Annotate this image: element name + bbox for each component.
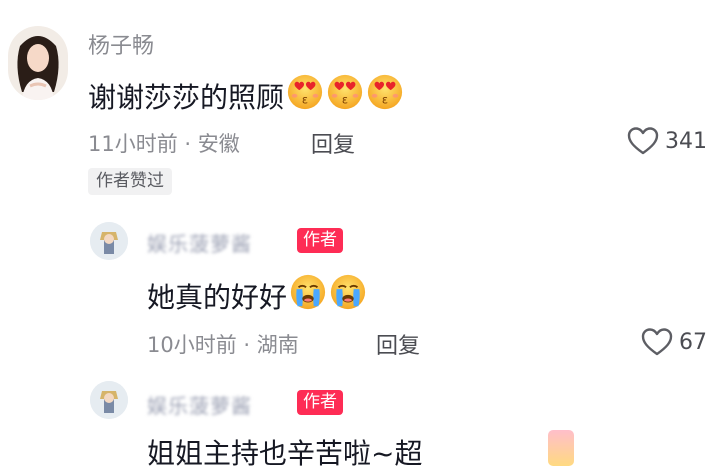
reply-avatar-1[interactable]	[90, 222, 128, 260]
heart-eyes-emoji-2	[326, 73, 364, 111]
comment-time: 11小时前	[88, 132, 178, 156]
author-liked-tag: 作者赞过	[88, 168, 172, 195]
reply-username-1[interactable]: 娱乐菠萝酱	[147, 228, 252, 257]
author-badge-2: 作者	[297, 390, 343, 415]
crying-emoji-1	[289, 273, 327, 311]
reply-text-body-1: 她真的好好	[147, 281, 288, 314]
reply-username-2[interactable]: 娱乐菠萝酱	[147, 390, 252, 419]
reply-meta-1: 10小时前 · 湖南	[147, 329, 299, 359]
reply-time-1: 10小时前	[147, 333, 237, 357]
heart-eyes-emoji-1	[286, 73, 324, 111]
comment-location: 安徽	[197, 132, 240, 156]
author-badge-1: 作者	[297, 228, 343, 253]
comment-text-body: 谢谢莎莎的照顾	[88, 81, 285, 114]
reply-avatar-2[interactable]	[90, 381, 128, 419]
heart-outline-icon	[627, 126, 659, 156]
commenter-username[interactable]: 杨子畅	[88, 28, 154, 60]
reply-button[interactable]: 回复	[311, 127, 355, 159]
watermark-logo	[548, 430, 574, 466]
comment-text: 谢谢莎莎的照顾	[88, 73, 404, 116]
reply-text-1: 她真的好好	[147, 273, 367, 316]
like-count-1: 67	[679, 329, 707, 355]
commenter-avatar[interactable]	[8, 26, 68, 100]
reply-text-2: 姐姐主持也辛苦啦~超	[147, 437, 423, 470]
like-button-1[interactable]: 67	[641, 327, 707, 357]
comment-meta: 11小时前 · 安徽	[88, 128, 240, 158]
heart-eyes-emoji-3	[366, 73, 404, 111]
like-count: 341	[665, 128, 707, 154]
reply-location-1: 湖南	[256, 333, 299, 357]
like-button[interactable]: 341	[627, 126, 707, 156]
heart-outline-icon	[641, 327, 673, 357]
reply-button-1[interactable]: 回复	[376, 328, 420, 360]
crying-emoji-2	[329, 273, 367, 311]
meta-separator: ·	[243, 333, 251, 357]
meta-separator: ·	[184, 132, 192, 156]
